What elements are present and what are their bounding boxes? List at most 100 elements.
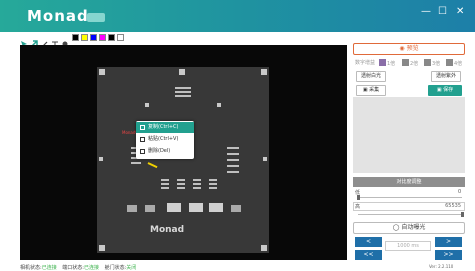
auto-exposure-button[interactable]: ◯ 自动曝光 — [353, 222, 465, 234]
gain-3x-label: 3倍 — [432, 61, 441, 67]
target-marker — [145, 103, 149, 107]
grey-block — [145, 205, 155, 212]
resolution-bar — [209, 179, 217, 181]
edge-marker — [179, 69, 185, 75]
save-button-label: 保存 — [443, 87, 454, 93]
next-button[interactable]: > — [435, 237, 462, 247]
resolution-bar — [227, 171, 239, 173]
capture-button-label: 采集 — [369, 87, 380, 93]
resolution-bar — [227, 159, 239, 161]
resolution-bar — [175, 91, 191, 93]
eye-icon: ◉ — [399, 45, 405, 52]
preview-button[interactable]: ◉ 预览 — [353, 43, 465, 55]
color-swatch-white[interactable] — [117, 34, 124, 41]
context-delete-item[interactable]: 删除(Del) — [136, 146, 194, 157]
port-status-value: 已连接 — [83, 265, 99, 271]
color-swatch-blue[interactable] — [90, 34, 97, 41]
minimize-icon[interactable]: — — [421, 7, 431, 17]
resolution-bar — [161, 187, 169, 189]
grey-block — [231, 205, 241, 212]
color-swatch-yellow[interactable] — [81, 34, 88, 41]
color-swatch-black-2[interactable] — [108, 34, 115, 41]
low-value: 0 — [458, 189, 462, 195]
grey-block — [127, 205, 137, 212]
gain-1x-checkbox[interactable] — [379, 59, 386, 66]
resolution-bar — [193, 179, 201, 181]
high-slider-handle[interactable] — [461, 212, 464, 217]
interval-value: 1000 — [397, 243, 410, 249]
resolution-bar — [227, 153, 239, 155]
resolution-bar — [193, 187, 201, 189]
gain-4x-checkbox[interactable] — [446, 59, 453, 66]
context-delete-label: 删除(Del) — [148, 148, 171, 154]
low-slider[interactable] — [358, 197, 462, 198]
door-status-value: 关闭 — [126, 265, 137, 271]
maximize-icon[interactable]: ☐ — [438, 7, 447, 17]
edge-marker — [99, 157, 103, 161]
interval-unit: ms — [411, 243, 419, 249]
version-label: Ver: 2.2.110 — [429, 264, 454, 269]
resolution-bar — [177, 187, 185, 189]
gain-2x-checkbox[interactable] — [402, 59, 409, 66]
app-logo: Monad — [27, 7, 89, 25]
transmit-white-button[interactable]: 透射白光 — [356, 71, 386, 82]
camera-status-value: 已连接 — [41, 265, 57, 271]
context-copy-item[interactable]: 复制(Ctrl+C) — [136, 122, 194, 133]
delete-icon — [140, 149, 145, 154]
port-status-label: 端口状态: — [62, 265, 84, 271]
contrast-adjust-button[interactable]: 对比度调整 — [353, 177, 465, 187]
arrow-icon[interactable] — [30, 33, 38, 48]
capture-button[interactable]: ▣ 采集 — [356, 85, 386, 96]
context-paste-label: 粘贴(Ctrl+V) — [148, 136, 179, 142]
sample-image: Monad001 Monad — [97, 67, 269, 253]
context-menu: 复制(Ctrl+C) 粘贴(Ctrl+V) 删除(Del) — [136, 121, 194, 159]
digital-gain-label: 数字增益 — [355, 60, 376, 66]
color-swatch-magenta[interactable] — [99, 34, 106, 41]
grey-block — [209, 203, 223, 212]
high-slider[interactable] — [358, 214, 462, 215]
prev-button[interactable]: < — [355, 237, 382, 247]
interval-field[interactable]: 1000 ms — [385, 241, 431, 251]
corner-marker — [99, 69, 105, 75]
context-paste-item[interactable]: 粘贴(Ctrl+V) — [136, 134, 194, 145]
select-icon[interactable] — [20, 33, 28, 47]
thumbnail-preview — [353, 97, 465, 173]
gain-2x-label: 2倍 — [410, 61, 419, 67]
low-slider-handle[interactable] — [357, 195, 360, 200]
edge-marker — [263, 157, 267, 161]
sample-brand-text: Monad — [150, 225, 185, 235]
transmit-uv-button[interactable]: 透射紫外 — [431, 71, 461, 82]
resolution-bar — [193, 183, 201, 185]
prev-fast-button[interactable]: << — [355, 250, 382, 260]
save-button[interactable]: ▣ 保存 — [428, 85, 462, 96]
resolution-bar — [175, 87, 191, 89]
pen-icon[interactable] — [41, 33, 49, 48]
grey-block — [189, 203, 203, 212]
resolution-bar — [161, 179, 169, 181]
color-swatch-black[interactable] — [72, 34, 79, 41]
resolution-bar — [227, 165, 239, 167]
preview-button-label: 预览 — [406, 45, 419, 52]
save-icon: ▣ — [436, 87, 442, 93]
logo-badge — [87, 13, 105, 22]
resolution-bar — [227, 147, 239, 149]
next-fast-button[interactable]: >> — [435, 250, 462, 260]
resolution-bar — [161, 183, 169, 185]
dot-icon[interactable] — [61, 33, 69, 47]
door-status-label: 舱门状态: — [104, 265, 127, 271]
grey-block — [167, 203, 181, 212]
gain-1x-label: 1倍 — [387, 61, 396, 67]
close-icon[interactable]: ✕ — [456, 7, 464, 17]
capture-icon: ▣ — [362, 87, 368, 93]
high-value-field[interactable]: 65535 — [353, 202, 465, 211]
resolution-bar — [175, 95, 191, 97]
resolution-bar — [131, 162, 141, 164]
resolution-bar — [209, 187, 217, 189]
text-icon[interactable] — [51, 33, 59, 47]
corner-marker — [261, 245, 267, 251]
resolution-bar — [177, 183, 185, 185]
paste-icon — [140, 137, 145, 142]
gain-3x-checkbox[interactable] — [424, 59, 431, 66]
exposure-icon: ◯ — [392, 224, 400, 231]
gain-4x-label: 4倍 — [454, 61, 463, 67]
